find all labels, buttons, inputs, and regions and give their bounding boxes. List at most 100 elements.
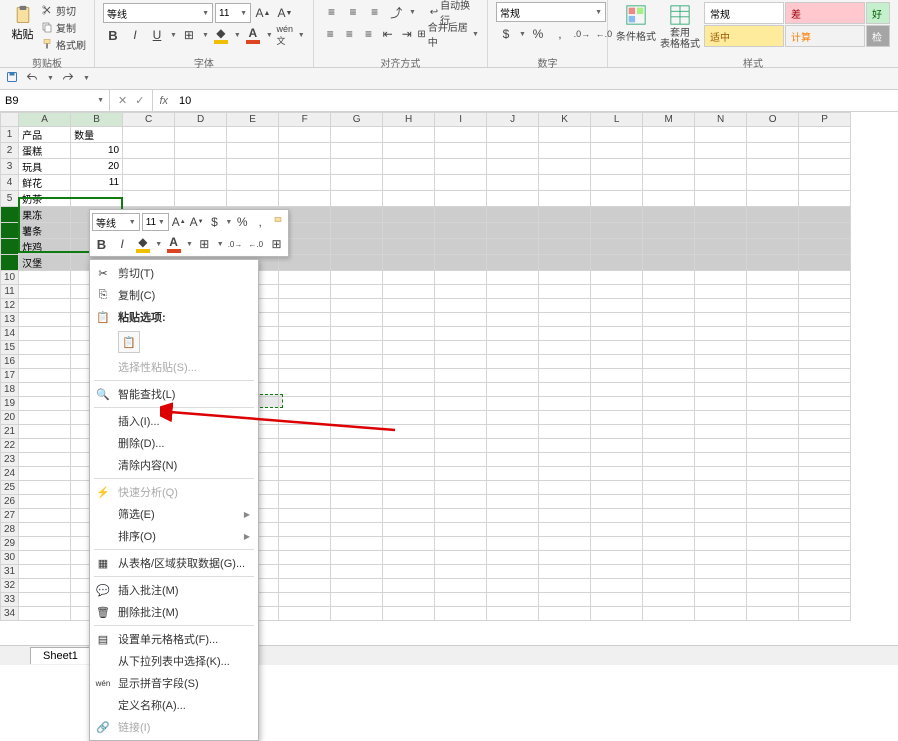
cell-N4[interactable] — [695, 175, 747, 191]
percent-button[interactable]: % — [528, 24, 548, 44]
row-header-24[interactable]: 24 — [1, 467, 19, 481]
cell-O16[interactable] — [747, 355, 799, 369]
cell-P30[interactable] — [799, 551, 851, 565]
col-header-H[interactable]: H — [383, 113, 435, 127]
cell-I2[interactable] — [435, 143, 487, 159]
cell-M26[interactable] — [643, 495, 695, 509]
row-header-33[interactable]: 33 — [1, 593, 19, 607]
ctx-clear[interactable]: 清除内容(N) — [90, 454, 258, 476]
cell-F20[interactable] — [279, 411, 331, 425]
cell-F1[interactable] — [279, 127, 331, 143]
col-header-C[interactable]: C — [123, 113, 175, 127]
cell-G17[interactable] — [331, 369, 383, 383]
cell-M14[interactable] — [643, 327, 695, 341]
cell-M10[interactable] — [643, 271, 695, 285]
cell-I1[interactable] — [435, 127, 487, 143]
cell-N17[interactable] — [695, 369, 747, 383]
mini-font-color[interactable]: A — [164, 234, 183, 254]
cell-F32[interactable] — [279, 579, 331, 593]
cell-I3[interactable] — [435, 159, 487, 175]
col-header-G[interactable]: G — [331, 113, 383, 127]
cell-M25[interactable] — [643, 481, 695, 495]
cell-G28[interactable] — [331, 523, 383, 537]
ctx-show-pinyin[interactable]: wén显示拼音字段(S) — [90, 672, 258, 694]
cell-K11[interactable] — [539, 285, 591, 299]
cell-A15[interactable] — [19, 341, 71, 355]
cell-K23[interactable] — [539, 453, 591, 467]
paste-button[interactable]: 粘贴 — [8, 2, 37, 42]
cell-O14[interactable] — [747, 327, 799, 341]
ctx-insert-comment[interactable]: 💬插入批注(M) — [90, 579, 258, 601]
cell-P1[interactable] — [799, 127, 851, 143]
cell-P5[interactable] — [799, 191, 851, 207]
align-center-button[interactable]: ≡ — [341, 24, 358, 44]
cell-G6[interactable] — [331, 207, 383, 223]
style-calc[interactable]: 计算 — [785, 25, 865, 47]
cell-F17[interactable] — [279, 369, 331, 383]
row-header-3[interactable]: 3 — [1, 159, 19, 175]
cell-A26[interactable] — [19, 495, 71, 509]
cell-K5[interactable] — [539, 191, 591, 207]
cell-L25[interactable] — [591, 481, 643, 495]
cell-C1[interactable] — [123, 127, 175, 143]
cell-J21[interactable] — [487, 425, 539, 439]
row-header-2[interactable]: 2 — [1, 143, 19, 159]
cell-A22[interactable] — [19, 439, 71, 453]
italic-button[interactable]: I — [125, 25, 145, 45]
cell-F24[interactable] — [279, 467, 331, 481]
cell-I16[interactable] — [435, 355, 487, 369]
ctx-smart-lookup[interactable]: 🔍智能查找(L) — [90, 383, 258, 405]
cell-A16[interactable] — [19, 355, 71, 369]
cell-P6[interactable] — [799, 207, 851, 223]
cell-H13[interactable] — [383, 313, 435, 327]
cell-I6[interactable] — [435, 207, 487, 223]
cell-O15[interactable] — [747, 341, 799, 355]
cell-L33[interactable] — [591, 593, 643, 607]
cell-N24[interactable] — [695, 467, 747, 481]
row-header-1[interactable]: 1 — [1, 127, 19, 143]
ctx-format-cells[interactable]: ▤设置单元格格式(F)... — [90, 628, 258, 650]
cell-P4[interactable] — [799, 175, 851, 191]
cell-O13[interactable] — [747, 313, 799, 327]
cell-M18[interactable] — [643, 383, 695, 397]
cell-L32[interactable] — [591, 579, 643, 593]
pinyin-button[interactable]: wén文 — [275, 25, 295, 45]
ctx-copy[interactable]: ⎘复制(C) — [90, 284, 258, 306]
row-header-18[interactable]: 18 — [1, 383, 19, 397]
cell-F27[interactable] — [279, 509, 331, 523]
cell-N20[interactable] — [695, 411, 747, 425]
row-header-30[interactable]: 30 — [1, 551, 19, 565]
cell-O25[interactable] — [747, 481, 799, 495]
cell-I28[interactable] — [435, 523, 487, 537]
cell-K18[interactable] — [539, 383, 591, 397]
cell-M34[interactable] — [643, 607, 695, 621]
cell-G32[interactable] — [331, 579, 383, 593]
cell-K2[interactable] — [539, 143, 591, 159]
mini-grow-font[interactable]: A▲ — [171, 212, 187, 232]
cell-M15[interactable] — [643, 341, 695, 355]
cell-P27[interactable] — [799, 509, 851, 523]
cell-O18[interactable] — [747, 383, 799, 397]
cell-E5[interactable] — [227, 191, 279, 207]
row-header-26[interactable]: 26 — [1, 495, 19, 509]
cell-K12[interactable] — [539, 299, 591, 313]
cell-M4[interactable] — [643, 175, 695, 191]
cell-M21[interactable] — [643, 425, 695, 439]
cell-J30[interactable] — [487, 551, 539, 565]
style-good[interactable]: 好 — [866, 2, 890, 24]
cell-L26[interactable] — [591, 495, 643, 509]
col-header-P[interactable]: P — [799, 113, 851, 127]
cell-H29[interactable] — [383, 537, 435, 551]
cell-O19[interactable] — [747, 397, 799, 411]
cell-H22[interactable] — [383, 439, 435, 453]
cell-A18[interactable] — [19, 383, 71, 397]
cell-N34[interactable] — [695, 607, 747, 621]
row-header-15[interactable]: 15 — [1, 341, 19, 355]
cell-O11[interactable] — [747, 285, 799, 299]
cell-P19[interactable] — [799, 397, 851, 411]
cell-A30[interactable] — [19, 551, 71, 565]
cell-L30[interactable] — [591, 551, 643, 565]
col-header-F[interactable]: F — [279, 113, 331, 127]
copy-button[interactable]: 复制 — [41, 19, 86, 35]
cell-G12[interactable] — [331, 299, 383, 313]
